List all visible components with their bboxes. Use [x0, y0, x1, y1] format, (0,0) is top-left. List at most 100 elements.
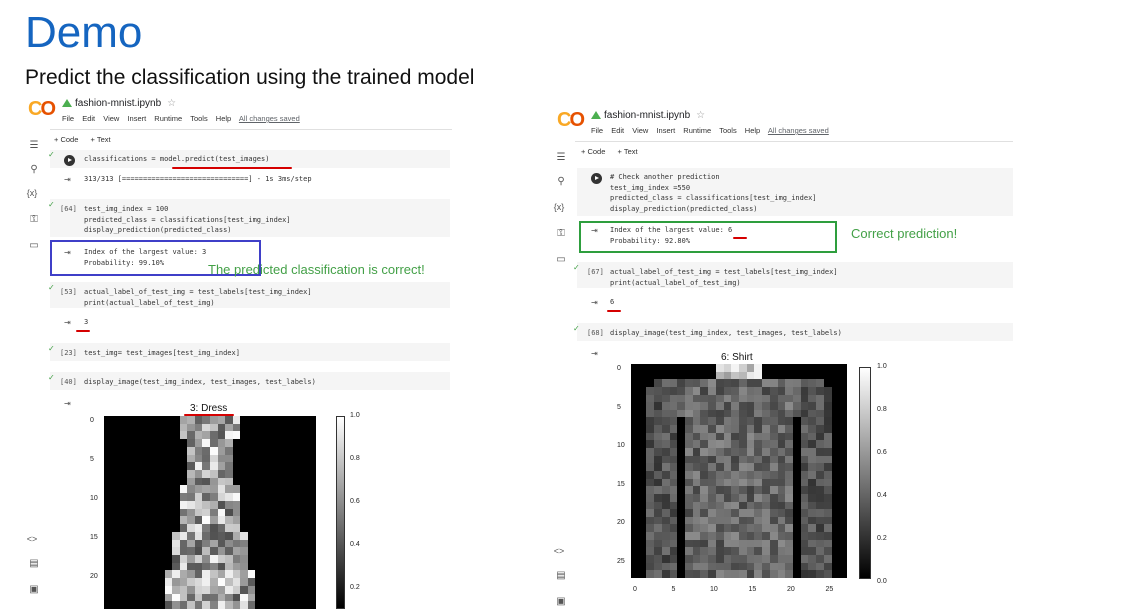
menu-insert[interactable]: Insert — [127, 114, 146, 123]
divider — [50, 129, 452, 130]
colorbar — [336, 416, 345, 609]
tick-label: 25 — [825, 586, 834, 593]
code-text[interactable]: actual_label_of_test_img = test_labels[t… — [610, 267, 838, 288]
annotation-text: The predicted classification is correct! — [208, 262, 425, 277]
menu-icon[interactable]: ☰ — [553, 152, 569, 163]
run-status-icon: ✓ — [573, 263, 580, 272]
menu-edit[interactable]: Edit — [82, 114, 95, 123]
menu-help[interactable]: Help — [216, 114, 231, 123]
tick-label: 15 — [617, 480, 625, 488]
cell-number: [68] — [587, 329, 604, 337]
tick-label: 1.0 — [877, 363, 887, 370]
terminal-icon[interactable]: ▣ — [553, 596, 569, 607]
folder-icon[interactable]: ▭ — [26, 240, 42, 251]
tick-label: 1.0 — [350, 412, 360, 419]
output-icon[interactable]: ⇥ — [64, 318, 71, 327]
menu-file[interactable]: File — [591, 126, 603, 135]
output-icon[interactable]: ⇥ — [64, 399, 71, 408]
run-cell-button[interactable] — [591, 173, 602, 184]
code-text[interactable]: actual_label_of_test_img = test_labels[t… — [84, 287, 312, 308]
toolbar: + Code + Text — [54, 135, 121, 144]
red-underline — [733, 237, 747, 239]
tick-label: 0.0 — [877, 578, 887, 585]
tick-label: 0.4 — [877, 492, 887, 499]
code-text[interactable]: # Check another prediction test_img_inde… — [610, 172, 817, 214]
code-text[interactable]: test_img= test_images[test_img_index] — [84, 348, 240, 359]
code-text[interactable]: display_image(test_img_index, test_image… — [84, 377, 316, 388]
terminal-list-icon[interactable]: ▤ — [553, 570, 569, 581]
run-cell-button[interactable] — [64, 155, 75, 166]
menu-tools[interactable]: Tools — [719, 126, 737, 135]
cell-number: [64] — [60, 205, 77, 213]
drive-icon — [62, 99, 72, 107]
add-code-button[interactable]: + Code — [581, 147, 605, 156]
plot-title: 6: Shirt — [721, 352, 753, 363]
search-icon[interactable]: ⚲ — [553, 176, 569, 187]
code-icon[interactable]: <> — [553, 546, 567, 556]
variables-icon[interactable]: {x} — [24, 188, 40, 198]
star-icon[interactable]: ☆ — [167, 98, 176, 109]
code-icon[interactable]: <> — [24, 534, 40, 544]
menu-help[interactable]: Help — [745, 126, 760, 135]
red-underline — [76, 330, 90, 332]
menu-bar: File Edit View Insert Runtime Tools Help… — [591, 126, 835, 135]
tick-label: 0 — [633, 586, 637, 593]
tick-label: 10 — [710, 586, 718, 593]
output-icon[interactable]: ⇥ — [591, 349, 598, 358]
menu-runtime[interactable]: Runtime — [154, 114, 182, 123]
highlight-box — [579, 221, 837, 253]
output-text: 6 — [610, 298, 615, 306]
output-icon[interactable]: ⇥ — [64, 175, 71, 184]
menu-insert[interactable]: Insert — [656, 126, 675, 135]
cell-number: [23] — [60, 349, 77, 357]
run-status-icon: ✓ — [48, 344, 55, 353]
plot-title: 3: Dress — [190, 403, 228, 414]
save-status[interactable]: All changes saved — [768, 126, 829, 135]
tick-label: 15 — [90, 534, 98, 541]
menu-file[interactable]: File — [62, 114, 74, 123]
menu-edit[interactable]: Edit — [611, 126, 624, 135]
toolbar: + Code + Text — [581, 147, 648, 156]
annotation-text: Correct prediction! — [851, 226, 958, 241]
drive-icon — [591, 111, 601, 119]
menu-icon[interactable]: ☰ — [26, 140, 42, 151]
tick-label: 0.8 — [350, 455, 360, 462]
divider — [575, 141, 1013, 142]
run-status-icon: ✓ — [573, 324, 580, 333]
output-icon[interactable]: ⇥ — [591, 298, 598, 307]
terminal-icon[interactable]: ▣ — [26, 584, 42, 595]
notebook-title[interactable]: fashion-mnist.ipynb ☆ — [591, 110, 705, 121]
terminal-list-icon[interactable]: ▤ — [26, 558, 42, 569]
red-underline — [607, 310, 621, 312]
add-text-button[interactable]: + Text — [618, 147, 638, 156]
menu-bar: File Edit View Insert Runtime Tools Help… — [62, 114, 306, 123]
menu-view[interactable]: View — [632, 126, 648, 135]
tick-label: 0.4 — [350, 541, 360, 548]
slide-subtitle: Predict the classification using the tra… — [25, 66, 475, 89]
code-text[interactable]: test_img_index = 100 predicted_class = c… — [84, 204, 291, 236]
add-code-button[interactable]: + Code — [54, 135, 78, 144]
search-icon[interactable]: ⚲ — [26, 164, 42, 175]
run-status-icon: ✓ — [48, 283, 55, 292]
key-icon[interactable]: ⚿ — [26, 214, 42, 225]
folder-icon[interactable]: ▭ — [553, 254, 569, 265]
tick-label: 0.6 — [877, 449, 887, 456]
tick-label: 0.2 — [877, 535, 887, 542]
notebook-title[interactable]: fashion-mnist.ipynb ☆ — [62, 98, 176, 109]
tick-label: 0 — [617, 365, 621, 372]
menu-view[interactable]: View — [103, 114, 119, 123]
code-text[interactable]: display_image(test_img_index, test_image… — [610, 328, 842, 339]
star-icon[interactable]: ☆ — [696, 110, 705, 121]
code-text[interactable]: classifications = model.predict(test_ima… — [84, 154, 269, 165]
output-text: 3 — [84, 318, 89, 326]
save-status[interactable]: All changes saved — [239, 114, 300, 123]
run-status-icon: ✓ — [48, 200, 55, 209]
run-status-icon: ✓ — [48, 373, 55, 382]
menu-runtime[interactable]: Runtime — [683, 126, 711, 135]
key-icon[interactable]: ⚿ — [553, 228, 569, 239]
add-text-button[interactable]: + Text — [91, 135, 111, 144]
variables-icon[interactable]: {x} — [553, 202, 567, 212]
menu-tools[interactable]: Tools — [190, 114, 208, 123]
colab-logo: CO — [28, 98, 56, 120]
image-plot — [631, 364, 847, 578]
